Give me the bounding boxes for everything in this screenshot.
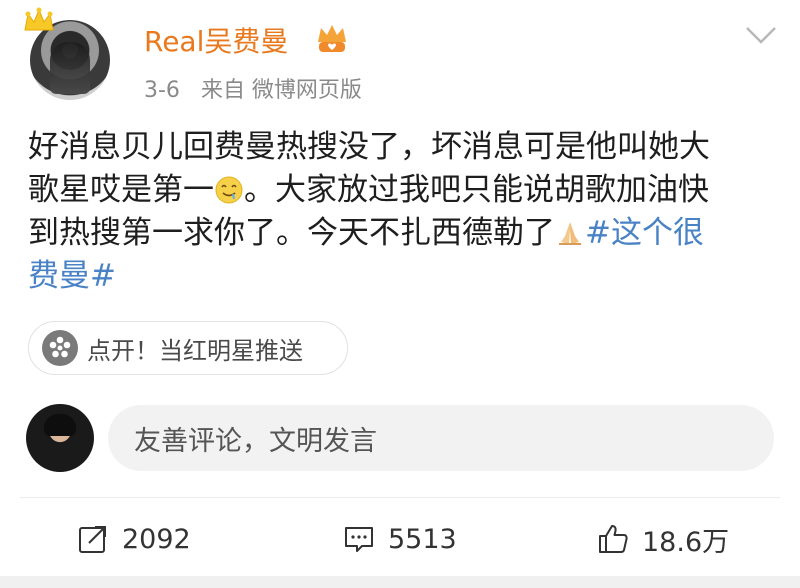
comment-count: 5513 <box>388 523 457 555</box>
drooling-emoji-icon <box>215 176 243 204</box>
username[interactable]: Real吴费曼 <box>144 20 288 60</box>
share-icon <box>79 526 106 553</box>
star-push-button[interactable]: 点开！当红明星推送 <box>28 321 348 375</box>
divider <box>20 497 780 498</box>
crown-icon <box>24 7 54 31</box>
comment-button[interactable]: 5513 <box>342 514 457 564</box>
like-count: 18.6万 <box>642 526 730 558</box>
post-source: 来自 微博网页版 <box>200 78 362 103</box>
post-line: 费曼# <box>28 255 774 298</box>
post-line: 歌星哎是第一 。大家放过我吧只能说胡歌加油快 <box>28 172 709 208</box>
push-label: 点开！当红明星推送 <box>87 336 303 365</box>
repost-button[interactable]: 2092 <box>76 514 191 564</box>
comment-input[interactable]: 友善评论，文明发言 <box>108 405 774 471</box>
vip-crown-icon <box>318 25 346 52</box>
praying-hands-icon <box>559 222 581 245</box>
user-avatar-wrap[interactable] <box>22 6 122 106</box>
post-line: 好消息贝儿回费曼热搜没了，坏消息可是他叫她大 <box>28 129 710 165</box>
post-line: 到热搜第一求你了。今天不扎西德勒了 #这个很 <box>28 215 704 251</box>
my-avatar[interactable] <box>26 404 94 472</box>
comment-icon <box>345 527 373 552</box>
chevron-down-icon[interactable] <box>744 24 778 46</box>
comment-placeholder: 友善评论，文明发言 <box>134 425 377 457</box>
post-meta: 3-6 来自 微博网页版 <box>144 72 362 104</box>
flower-icon <box>42 330 78 366</box>
hashtag-link[interactable]: #这个很 <box>585 215 704 251</box>
bottom-bar <box>0 576 800 588</box>
like-button[interactable]: 18.6万 <box>596 514 729 564</box>
post-time: 3-6 <box>144 78 180 103</box>
thumbs-up-icon <box>599 525 628 553</box>
repost-count: 2092 <box>122 523 191 555</box>
post-text: 好消息贝儿回费曼热搜没了，坏消息可是他叫她大 歌星哎是第一 。大家放过我吧只能说… <box>28 126 774 298</box>
hashtag-link[interactable]: 费曼# <box>28 258 116 294</box>
